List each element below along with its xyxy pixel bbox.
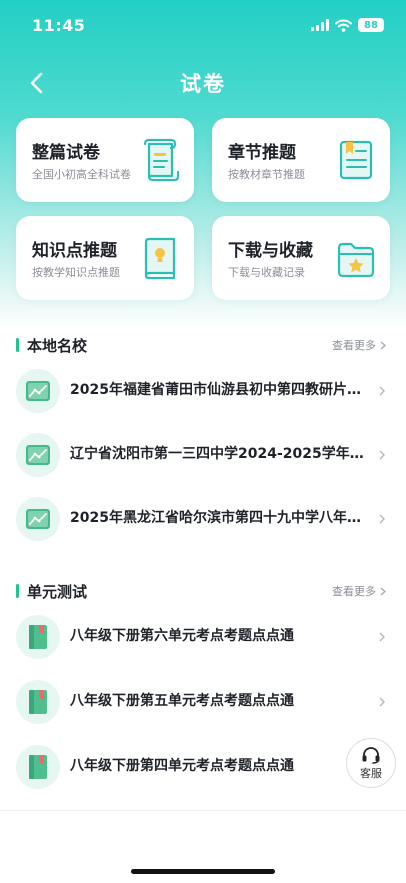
card-subtitle: 按教材章节推题 xyxy=(228,168,305,181)
folder-star-icon xyxy=(337,242,375,278)
customer-service-button[interactable]: 客服 xyxy=(346,738,396,788)
item-title: 八年级下册第五单元考点考题点点通 xyxy=(70,693,294,709)
item-thumbnail xyxy=(16,680,60,724)
item-thumbnail xyxy=(16,745,60,789)
card-title: 整篇试卷 xyxy=(32,143,100,163)
list-item[interactable]: 八年级下册第五单元考点考题点点通 xyxy=(0,677,406,727)
item-thumbnail xyxy=(16,615,60,659)
book-bookmark-icon xyxy=(29,755,47,779)
list-item[interactable]: 2025年黑龙江省哈尔滨市第四十九中学八年级下学期期中考试试卷 xyxy=(0,494,406,544)
page-title: 试卷 xyxy=(180,72,226,96)
list-item[interactable]: 辽宁省沈阳市第一三四中学2024-2025学年八年级下学期期中考试试卷 xyxy=(0,430,406,480)
section-local-schools-header: 本地名校 查看更多 xyxy=(0,334,406,356)
view-more-link[interactable]: 查看更多 xyxy=(332,337,386,353)
chevron-right-icon xyxy=(379,514,385,524)
nav-bar: 试卷 xyxy=(0,62,406,104)
card-knowledge-recommend[interactable]: 知识点推题 按教学知识点推题 xyxy=(16,216,194,300)
item-title: 辽宁省沈阳市第一三四中学2024-2025学年八年级下学期期中考试试卷 xyxy=(70,446,372,462)
cellular-signal-icon xyxy=(311,19,329,31)
trend-chart-icon xyxy=(26,509,50,529)
book-bookmark-icon xyxy=(29,690,47,714)
chevron-left-icon xyxy=(30,72,43,94)
divider xyxy=(0,810,406,811)
chevron-right-icon xyxy=(379,386,385,396)
item-title: 八年级下册第六单元考点考题点点通 xyxy=(70,628,294,644)
card-full-papers[interactable]: 整篇试卷 全国小初高全科试卷 xyxy=(16,118,194,202)
wifi-icon xyxy=(335,19,352,32)
card-downloads-favorites[interactable]: 下载与收藏 下载与收藏记录 xyxy=(212,216,390,300)
card-title: 章节推题 xyxy=(228,143,296,163)
customer-service-label: 客服 xyxy=(360,766,382,780)
status-bar: 11:45 88 xyxy=(0,0,406,50)
card-title: 下载与收藏 xyxy=(228,241,313,261)
chevron-right-icon xyxy=(380,341,386,349)
section-accent-bar xyxy=(16,338,19,352)
chevron-right-icon xyxy=(379,632,385,642)
scroll-icon xyxy=(143,138,180,182)
item-title: 2025年黑龙江省哈尔滨市第四十九中学八年级下学期期中考试试卷 xyxy=(70,510,372,526)
document-ribbon-icon xyxy=(339,140,373,180)
chevron-right-icon xyxy=(380,587,386,595)
item-thumbnail xyxy=(16,497,60,541)
view-more-link[interactable]: 查看更多 xyxy=(332,583,386,599)
section-accent-bar xyxy=(16,584,19,598)
card-subtitle: 下载与收藏记录 xyxy=(228,266,305,279)
book-bookmark-icon xyxy=(29,625,47,649)
list-item[interactable]: 八年级下册第四单元考点考题点点通 xyxy=(0,742,406,792)
chevron-right-icon xyxy=(379,697,385,707)
item-title: 2025年福建省莆田市仙游县初中第四教研片区八年级下学期期中考试试卷 xyxy=(70,382,372,398)
card-subtitle: 按教学知识点推题 xyxy=(32,266,120,279)
status-icons: 88 xyxy=(311,18,384,32)
list-item[interactable]: 八年级下册第六单元考点考题点点通 xyxy=(0,612,406,662)
item-thumbnail xyxy=(16,369,60,413)
section-title: 本地名校 xyxy=(27,336,88,355)
item-title: 八年级下册第四单元考点考题点点通 xyxy=(70,758,294,774)
chevron-right-icon xyxy=(379,450,385,460)
headset-icon xyxy=(362,746,380,764)
home-indicator xyxy=(131,869,275,874)
card-chapter-recommend[interactable]: 章节推题 按教材章节推题 xyxy=(212,118,390,202)
card-subtitle: 全国小初高全科试卷 xyxy=(32,168,131,181)
trend-chart-icon xyxy=(26,445,50,465)
status-time: 11:45 xyxy=(32,15,86,35)
back-button[interactable] xyxy=(22,68,52,98)
trend-chart-icon xyxy=(26,381,50,401)
section-title: 单元测试 xyxy=(27,582,88,601)
card-title: 知识点推题 xyxy=(32,241,117,261)
book-lightbulb-icon xyxy=(144,237,176,280)
section-unit-tests-header: 单元测试 查看更多 xyxy=(0,580,406,602)
item-thumbnail xyxy=(16,433,60,477)
list-item[interactable]: 2025年福建省莆田市仙游县初中第四教研片区八年级下学期期中考试试卷 xyxy=(0,366,406,416)
battery-indicator: 88 xyxy=(358,18,384,32)
